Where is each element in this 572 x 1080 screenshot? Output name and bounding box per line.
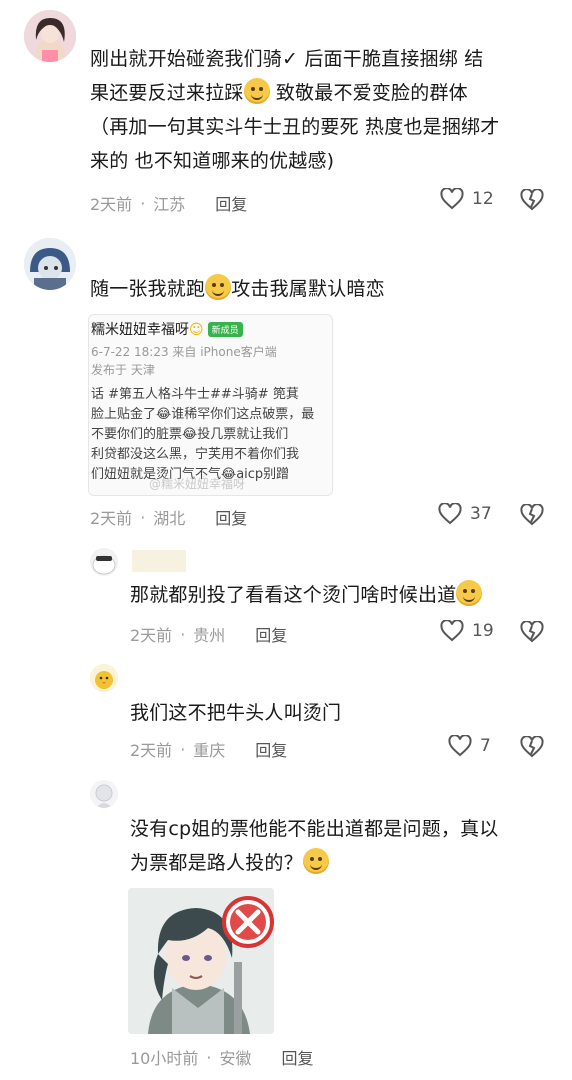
attached-image[interactable] <box>128 888 274 1034</box>
username-placeholder <box>132 550 186 572</box>
broken-heart-icon <box>520 620 544 643</box>
comment-line: 随一张我就跑 <box>90 278 206 300</box>
reply-button[interactable]: 回复 <box>215 191 247 215</box>
screenshot-text: 脸上贴金了😂谁稀罕你们这点破票，最 <box>91 407 315 422</box>
user-portrait-icon <box>24 238 76 290</box>
comment-meta: 2天前 · 湖北 回复 <box>90 505 247 529</box>
comment-text: 刚出就开始碰瓷我们骑✓ 后面干脆直接捆绑 结 果还要反过来拉踩 致敬最不爱变脸的… <box>90 42 560 178</box>
comment-line: 没有cp姐的票他能不能出道都是问题，真以 <box>130 818 499 840</box>
screenshot-text: 利贷都没这么黑，宁芙用不着你们我 <box>91 447 300 462</box>
comment-line: 为票都是路人投的？ <box>130 846 560 880</box>
heart-icon <box>440 620 464 642</box>
like-button[interactable]: 7 <box>448 735 491 757</box>
avatar[interactable] <box>90 780 118 808</box>
reply-button[interactable]: 回复 <box>281 1045 313 1069</box>
location: 湖北 <box>153 509 186 528</box>
smirk-emoji-icon <box>205 274 232 300</box>
comment-line: 那就都别投了看看这个烫门啥时候出道 <box>130 584 457 606</box>
broken-heart-icon <box>520 503 544 526</box>
comment-line: 攻击我属默认暗恋 <box>231 278 385 300</box>
dislike-button[interactable] <box>520 503 544 530</box>
avatar[interactable] <box>90 664 118 692</box>
heart-icon <box>448 735 472 757</box>
comment-line: 来的 也不知道哪来的优越感) <box>90 150 335 172</box>
comment-text: 我们这不把牛头人叫烫门 <box>130 696 560 730</box>
location: 贵州 <box>193 626 226 645</box>
timestamp: 2天前 <box>130 626 173 645</box>
anime-character-illustration <box>128 888 274 1034</box>
user-portrait-icon <box>90 664 118 692</box>
separator: · <box>180 739 186 759</box>
separator: · <box>180 624 186 644</box>
comment-line: 果还要反过来拉踩 致敬最不爱变脸的群体 <box>90 76 560 110</box>
like-count: 37 <box>470 504 492 524</box>
user-portrait-icon <box>90 548 118 576</box>
like-button[interactable]: 19 <box>440 620 494 642</box>
location: 安徽 <box>219 1049 252 1068</box>
timestamp: 2天前 <box>90 195 133 214</box>
separator: · <box>140 193 146 213</box>
comment-meta: 10小时前 · 安徽 回复 <box>130 1045 314 1069</box>
comment-text: 那就都别投了看看这个烫门啥时候出道 <box>130 578 560 612</box>
separator: · <box>206 1047 212 1067</box>
location: 江苏 <box>153 195 186 214</box>
dislike-button[interactable] <box>520 620 544 647</box>
separator: · <box>140 507 146 527</box>
screenshot-text: 不要你们的脏票😂投几票就让我们 <box>91 427 289 442</box>
user-portrait-icon <box>90 780 118 808</box>
screenshot-username: 糯米妞妞幸福呀☺ 新成员 <box>91 319 243 339</box>
avatar[interactable] <box>90 548 118 576</box>
watermark: @糯米妞妞幸福呀 <box>149 477 246 491</box>
comment-line: 刚出就开始碰瓷我们骑✓ 后面干脆直接捆绑 结 <box>90 48 484 70</box>
screenshot-timestamp: 6-7-22 18:23 来自 iPhone客户端 <box>91 345 277 359</box>
sweat-smile-emoji-icon <box>302 848 329 874</box>
broken-heart-icon <box>520 188 544 211</box>
broken-heart-icon <box>520 735 544 758</box>
dislike-button[interactable] <box>520 188 544 215</box>
wink-emoji-icon <box>243 78 270 104</box>
user-portrait-icon <box>24 10 76 62</box>
attached-screenshot[interactable]: 糯米妞妞幸福呀☺ 新成员 6-7-22 18:23 来自 iPhone客户端 发布… <box>88 314 333 496</box>
comment-meta: 2天前 · 江苏 回复 <box>90 191 247 215</box>
timestamp: 2天前 <box>130 741 173 760</box>
like-button[interactable]: 12 <box>440 188 494 210</box>
like-count: 19 <box>472 621 494 641</box>
comment-meta: 2天前 · 重庆 回复 <box>130 737 287 761</box>
comment-line: （再加一句其实斗牛士丑的要死 热度也是捆绑才 <box>90 116 500 138</box>
heart-icon <box>438 503 462 525</box>
comment-text: 没有cp姐的票他能不能出道都是问题，真以 为票都是路人投的？ <box>130 812 560 880</box>
reply-button[interactable]: 回复 <box>255 622 287 646</box>
reply-button[interactable]: 回复 <box>255 737 287 761</box>
comment-line: 我们这不把牛头人叫烫门 <box>130 702 342 724</box>
location: 重庆 <box>193 741 226 760</box>
timestamp: 2天前 <box>90 509 133 528</box>
like-button[interactable]: 37 <box>438 503 492 525</box>
like-count: 7 <box>480 736 491 756</box>
timestamp: 10小时前 <box>130 1049 199 1068</box>
avatar[interactable] <box>24 10 76 62</box>
heart-icon <box>440 188 464 210</box>
like-count: 12 <box>472 189 494 209</box>
screenshot-text: 话 #第五人格斗牛士##斗骑# 篼萁 <box>91 387 299 402</box>
badge: 新成员 <box>207 322 243 337</box>
reply-button[interactable]: 回复 <box>215 505 247 529</box>
comment-text: 随一张我就跑 攻击我属默认暗恋 <box>90 272 550 306</box>
avatar[interactable] <box>24 238 76 290</box>
comment-meta: 2天前 · 贵州 回复 <box>130 622 287 646</box>
grin-emoji-icon <box>456 580 483 606</box>
dislike-button[interactable] <box>520 735 544 762</box>
screenshot-location: 发布于 天津 <box>91 363 155 377</box>
